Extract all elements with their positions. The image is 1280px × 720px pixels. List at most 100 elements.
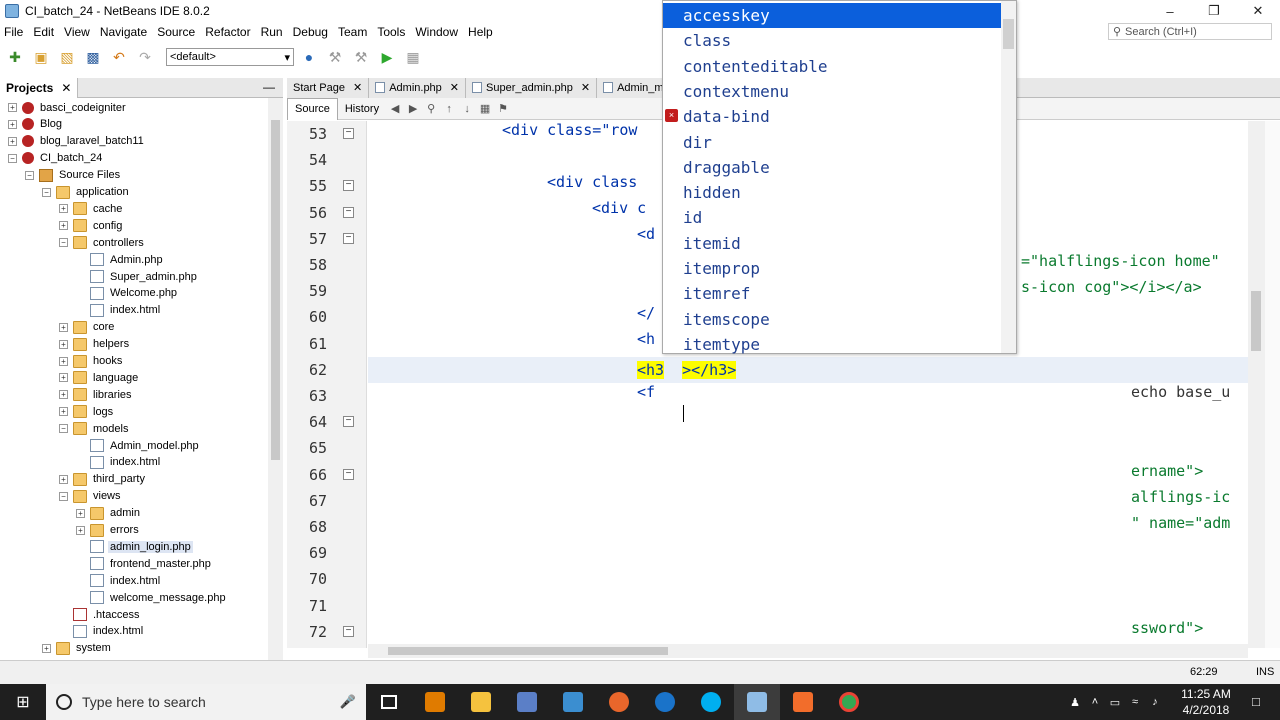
restore-button[interactable]: ❐ bbox=[1192, 0, 1236, 22]
clean-build-icon[interactable]: ⚒ bbox=[350, 46, 372, 68]
menu-navigate[interactable]: Navigate bbox=[96, 25, 153, 39]
tab-admin-php[interactable]: Admin.php ✕ bbox=[369, 77, 467, 98]
menu-debug[interactable]: Debug bbox=[289, 25, 334, 39]
chevron-up-icon[interactable]: ˄ bbox=[1085, 696, 1105, 708]
new-project-icon[interactable]: ▣ bbox=[30, 46, 52, 68]
completion-item[interactable]: itemprop bbox=[663, 256, 1001, 281]
fold-icon[interactable]: − bbox=[343, 206, 354, 218]
menu-edit[interactable]: Edit bbox=[29, 25, 60, 39]
menu-help[interactable]: Help bbox=[464, 25, 499, 39]
tree-item[interactable]: index.html bbox=[76, 454, 162, 471]
file-explorer-app[interactable] bbox=[458, 684, 504, 720]
tree-item[interactable]: + basci_codeigniter bbox=[8, 99, 128, 116]
expand-icon[interactable]: + bbox=[76, 508, 85, 518]
tab-super-admin-php[interactable]: Super_admin.php ✕ bbox=[466, 77, 598, 98]
tree-item[interactable]: + libraries bbox=[59, 386, 134, 403]
tree-item[interactable]: − Source Files bbox=[25, 167, 122, 184]
tree-item[interactable]: + Blog bbox=[8, 116, 64, 133]
chrome-app[interactable] bbox=[826, 684, 872, 720]
completion-item[interactable]: hidden bbox=[663, 180, 1001, 205]
expand-icon[interactable]: + bbox=[59, 356, 68, 366]
forward-icon[interactable]: ▶ bbox=[404, 102, 422, 115]
menu-team[interactable]: Team bbox=[334, 25, 373, 39]
taskbar-clock[interactable]: 11:25 AM 4/2/2018 bbox=[1170, 686, 1242, 718]
open-project-icon[interactable]: ▧ bbox=[56, 46, 78, 68]
tree-item[interactable]: + system bbox=[42, 640, 113, 657]
collapse-icon[interactable]: − bbox=[59, 424, 68, 434]
collapse-icon[interactable]: − bbox=[42, 187, 51, 197]
completion-scrollbar[interactable] bbox=[1001, 1, 1016, 353]
taskbar-search[interactable]: Type here to search 🎤 bbox=[46, 684, 366, 720]
tree-item[interactable]: + language bbox=[59, 369, 140, 386]
tree-item[interactable]: + errors bbox=[76, 522, 141, 539]
expand-icon[interactable]: + bbox=[8, 103, 17, 112]
fold-icon[interactable]: − bbox=[343, 625, 354, 637]
configuration-select[interactable]: <default> ▾ bbox=[166, 48, 294, 66]
tree-item[interactable]: − application bbox=[42, 184, 131, 201]
back-icon[interactable]: ◀ bbox=[386, 102, 404, 115]
start-button[interactable]: ⊞ bbox=[0, 684, 46, 720]
completion-item[interactable]: itemscope bbox=[663, 307, 1001, 332]
fold-icon[interactable]: − bbox=[343, 468, 354, 480]
volume-icon[interactable]: ♪ bbox=[1145, 696, 1165, 708]
close-icon[interactable]: ✕ bbox=[450, 81, 459, 94]
find-next-icon[interactable]: ↓ bbox=[458, 103, 476, 115]
find-previous-icon[interactable]: ↑ bbox=[440, 103, 458, 115]
expand-icon[interactable]: + bbox=[59, 339, 68, 349]
source-tab[interactable]: Source bbox=[287, 97, 338, 120]
tree-item[interactable]: − models bbox=[59, 420, 130, 437]
expand-icon[interactable]: + bbox=[59, 221, 68, 231]
build-hammer-icon[interactable]: ⚒ bbox=[324, 46, 346, 68]
fold-icon[interactable]: − bbox=[343, 232, 354, 244]
tree-item[interactable]: + third_party bbox=[59, 471, 147, 488]
expand-icon[interactable]: + bbox=[59, 322, 68, 332]
browser-globe-icon[interactable]: ● bbox=[298, 46, 320, 68]
expand-icon[interactable]: + bbox=[8, 119, 17, 129]
debug-icon[interactable]: ▦ bbox=[402, 46, 424, 68]
snipping-tool-app[interactable] bbox=[504, 684, 550, 720]
minimize-button[interactable]: – bbox=[1148, 0, 1192, 22]
task-view-button[interactable] bbox=[366, 684, 412, 720]
save-all-icon[interactable]: ▩ bbox=[82, 46, 104, 68]
fold-icon[interactable]: − bbox=[343, 180, 354, 192]
scrollbar-thumb[interactable] bbox=[1003, 19, 1014, 49]
menu-file[interactable]: File bbox=[0, 25, 29, 39]
tree-item[interactable]: Super_admin.php bbox=[76, 268, 199, 285]
toggle-highlight-icon[interactable]: ▦ bbox=[476, 102, 494, 115]
notifications-icon[interactable]: □ bbox=[1252, 694, 1260, 709]
xampp-app[interactable] bbox=[550, 684, 596, 720]
menu-tools[interactable]: Tools bbox=[373, 25, 411, 39]
collapse-icon[interactable]: − bbox=[59, 238, 68, 248]
menu-run[interactable]: Run bbox=[257, 25, 289, 39]
fold-icon[interactable]: − bbox=[343, 128, 354, 139]
run-icon[interactable]: ▶ bbox=[376, 46, 398, 68]
scrollbar-thumb[interactable] bbox=[271, 120, 280, 460]
projects-tab[interactable]: Projects ✕ bbox=[0, 77, 79, 98]
tree-scrollbar[interactable] bbox=[268, 98, 283, 660]
tree-item[interactable]: + core bbox=[59, 319, 116, 336]
history-tab[interactable]: History bbox=[338, 98, 386, 120]
completion-item[interactable]: itemtype bbox=[663, 332, 1001, 357]
network-icon[interactable]: ▭ bbox=[1105, 696, 1125, 709]
completion-item[interactable]: itemid bbox=[663, 231, 1001, 256]
fold-icon[interactable]: − bbox=[343, 416, 354, 428]
completion-item[interactable]: draggable bbox=[663, 155, 1001, 180]
skype-app[interactable] bbox=[688, 684, 734, 720]
expand-icon[interactable]: + bbox=[59, 390, 68, 400]
menu-refactor[interactable]: Refactor bbox=[201, 25, 256, 39]
tree-item[interactable]: Welcome.php bbox=[76, 285, 179, 302]
expand-icon[interactable]: + bbox=[59, 373, 68, 383]
close-icon[interactable]: ✕ bbox=[353, 81, 362, 94]
tree-item[interactable]: frontend_master.php bbox=[76, 555, 213, 572]
expand-icon[interactable]: + bbox=[59, 474, 68, 484]
new-file-icon[interactable]: ✚ bbox=[4, 46, 26, 68]
people-icon[interactable]: ♟ bbox=[1065, 696, 1085, 709]
tree-item[interactable]: + helpers bbox=[59, 336, 131, 353]
completion-item[interactable]: class bbox=[663, 28, 1001, 53]
tree-item[interactable]: − views bbox=[59, 488, 123, 505]
undo-icon[interactable]: ↶ bbox=[108, 46, 130, 68]
close-icon[interactable]: ✕ bbox=[581, 81, 590, 94]
tree-item[interactable]: + cache bbox=[59, 200, 124, 217]
completion-item[interactable]: accesskey bbox=[663, 3, 1001, 28]
tree-item[interactable]: index.html bbox=[59, 623, 145, 640]
